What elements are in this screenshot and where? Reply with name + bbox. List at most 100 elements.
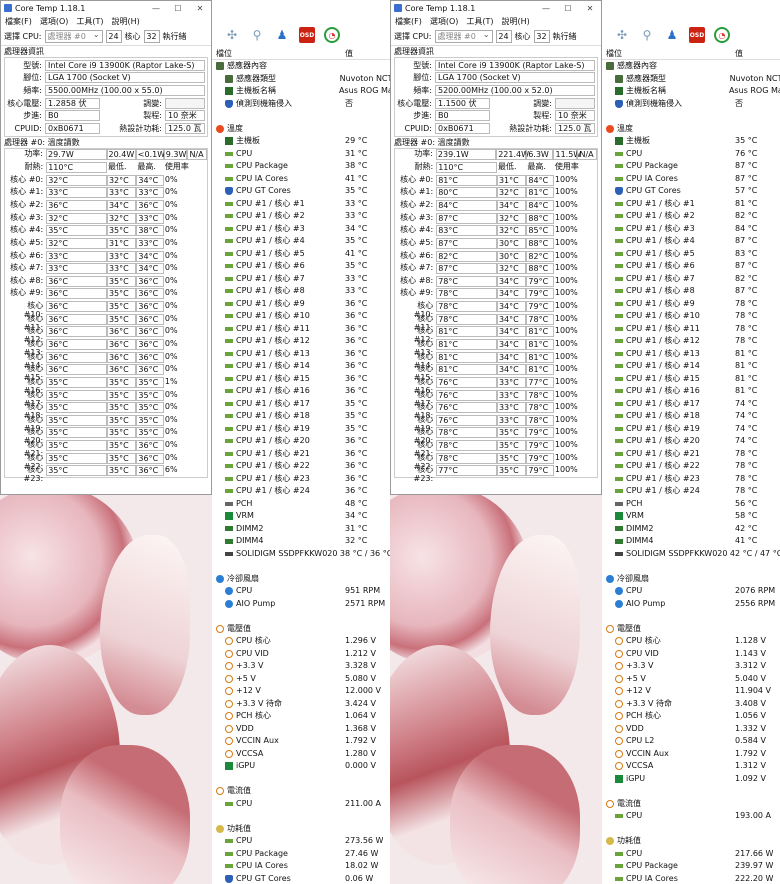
sensor-row[interactable]: 感應器類型 Nuvoton NCT xyxy=(212,73,390,86)
sensor-row[interactable]: CPU GT Cores 0.06 W xyxy=(212,873,390,884)
sensor-row[interactable]: DIMM4 41 °C xyxy=(602,535,780,548)
sensor-row[interactable]: PCH 48 °C xyxy=(212,498,390,511)
sensor-row[interactable]: CPU IA Cores 41 °C xyxy=(212,173,390,186)
sensor-row[interactable]: AIO Pump 2571 RPM xyxy=(212,598,390,611)
sensor-row[interactable]: CPU GT Cores 57 °C xyxy=(602,185,780,198)
sensor-row[interactable]: CPU #1 / 核心 #14 81 °C xyxy=(602,360,780,373)
sensor-row[interactable]: CPU #1 / 核心 #12 36 °C xyxy=(212,335,390,348)
sensor-row[interactable]: CPU #1 / 核心 #8 87 °C xyxy=(602,285,780,298)
sensor-row[interactable]: CPU #1 / 核心 #22 78 °C xyxy=(602,460,780,473)
sensor-row[interactable]: PCH 核心 1.056 V xyxy=(602,710,780,723)
person-icon[interactable]: ♟ xyxy=(664,27,680,43)
sensor-row[interactable]: CPU L2 0.584 V xyxy=(602,735,780,748)
menu-file[interactable]: 檔案(F) xyxy=(5,16,32,27)
menu-file[interactable]: 檔案(F) xyxy=(395,16,422,27)
sensor-row[interactable]: CPU #1 / 核心 #20 36 °C xyxy=(212,435,390,448)
sensor-row[interactable]: CPU GT Cores 35 °C xyxy=(212,185,390,198)
title-bar[interactable]: Core Temp 1.18.1 — ☐ ✕ xyxy=(1,1,211,15)
sensor-row[interactable]: CPU #1 / 核心 #4 87 °C xyxy=(602,235,780,248)
sensor-row[interactable]: CPU #1 / 核心 #19 74 °C xyxy=(602,423,780,436)
sensor-row[interactable]: CPU #1 / 核心 #19 35 °C xyxy=(212,423,390,436)
sensor-row[interactable]: CPU 核心 1.296 V xyxy=(212,635,390,648)
sensor-row[interactable]: CPU #1 / 核心 #18 35 °C xyxy=(212,410,390,423)
person-icon[interactable]: ♟ xyxy=(274,27,290,43)
sensor-group[interactable]: 冷卻風扇 xyxy=(212,573,390,586)
sensor-row[interactable]: CPU #1 / 核心 #13 81 °C xyxy=(602,348,780,361)
menu-tools[interactable]: 工具(T) xyxy=(76,16,103,27)
sensor-row[interactable]: CPU #1 / 核心 #21 78 °C xyxy=(602,448,780,461)
sensor-row[interactable]: CPU #1 / 核心 #23 78 °C xyxy=(602,473,780,486)
sensor-row[interactable]: +5 V 5.080 V xyxy=(212,673,390,686)
sensor-row[interactable]: CPU #1 / 核心 #15 36 °C xyxy=(212,373,390,386)
sensor-row[interactable]: SOLIDIGM SSDPFKKW020X7 38 °C / 36 °C xyxy=(212,548,390,561)
fan-icon[interactable]: ✣ xyxy=(224,27,240,43)
sensor-group[interactable]: 電流值 xyxy=(212,785,390,798)
osd-icon[interactable]: OSD xyxy=(299,27,315,43)
sensor-row[interactable]: CPU #1 / 核心 #13 36 °C xyxy=(212,348,390,361)
sensor-row[interactable]: CPU 核心 1.128 V xyxy=(602,635,780,648)
sensor-row[interactable]: CPU #1 / 核心 #15 81 °C xyxy=(602,373,780,386)
close-button[interactable]: ✕ xyxy=(579,4,601,13)
sensor-group[interactable]: 電流值 xyxy=(602,798,780,811)
sensor-row[interactable]: PCH 56 °C xyxy=(602,498,780,511)
sensor-row[interactable]: CPU #1 / 核心 #2 82 °C xyxy=(602,210,780,223)
sensor-row[interactable]: CPU IA Cores 18.02 W xyxy=(212,860,390,873)
sensor-row[interactable]: +3.3 V 3.328 V xyxy=(212,660,390,673)
gauge-icon[interactable]: ◔ xyxy=(324,27,340,43)
sensor-row[interactable]: CPU 76 °C xyxy=(602,148,780,161)
cpu-select-dropdown[interactable]: 處理器 #0 xyxy=(434,29,493,43)
maximize-button[interactable]: ☐ xyxy=(167,4,189,13)
sensor-row[interactable]: CPU #1 / 核心 #11 78 °C xyxy=(602,323,780,336)
sensor-row[interactable]: CPU IA Cores 222.20 W xyxy=(602,873,780,884)
sensor-row[interactable]: CPU 2076 RPM xyxy=(602,585,780,598)
sensor-row[interactable]: CPU #1 / 核心 #16 81 °C xyxy=(602,385,780,398)
sensor-row[interactable]: CPU #1 / 核心 #21 36 °C xyxy=(212,448,390,461)
sensor-row[interactable]: CPU 951 RPM xyxy=(212,585,390,598)
sensor-row[interactable]: CPU #1 / 核心 #6 35 °C xyxy=(212,260,390,273)
sensor-row[interactable]: 主機板名稱 Asus ROG Ma xyxy=(212,85,390,98)
sensor-row[interactable]: CPU 217.66 W xyxy=(602,848,780,861)
sensor-row[interactable]: CPU #1 / 核心 #1 33 °C xyxy=(212,198,390,211)
sensor-icon[interactable]: ⚲ xyxy=(249,27,265,43)
sensor-row[interactable]: VDD 1.368 V xyxy=(212,723,390,736)
column-value[interactable]: 值 xyxy=(343,48,353,59)
sensor-row[interactable]: PCH 核心 1.064 V xyxy=(212,710,390,723)
column-item[interactable]: 檔位 xyxy=(602,48,733,59)
sensor-row[interactable]: CPU #1 / 核心 #16 36 °C xyxy=(212,385,390,398)
sensor-row[interactable]: CPU Package 38 °C xyxy=(212,160,390,173)
sensor-row[interactable]: CPU #1 / 核心 #8 33 °C xyxy=(212,285,390,298)
sensor-row[interactable]: DIMM4 32 °C xyxy=(212,535,390,548)
cpu-select-dropdown[interactable]: 處理器 #0 xyxy=(44,29,103,43)
sensor-row[interactable]: CPU #1 / 核心 #23 36 °C xyxy=(212,473,390,486)
sensor-row[interactable]: CPU #1 / 核心 #11 36 °C xyxy=(212,323,390,336)
sensor-row[interactable]: CPU 211.00 A xyxy=(212,798,390,811)
gauge-icon[interactable]: ◔ xyxy=(714,27,730,43)
sensor-row[interactable]: CPU #1 / 核心 #20 74 °C xyxy=(602,435,780,448)
sensor-row[interactable]: iGPU 0.000 V xyxy=(212,760,390,773)
sensor-row[interactable]: +12 V 11.904 V xyxy=(602,685,780,698)
sensor-row[interactable]: +12 V 12.000 V xyxy=(212,685,390,698)
sensor-row[interactable]: +3.3 V 待命 3.424 V xyxy=(212,698,390,711)
sensor-row[interactable]: 偵測到機箱侵入 否 xyxy=(212,98,390,111)
sensor-row[interactable]: CPU VID 1.212 V xyxy=(212,648,390,661)
sensor-row[interactable]: 感應器類型 Nuvoton NCT xyxy=(602,73,780,86)
sensor-row[interactable]: 偵測到機箱侵入 否 xyxy=(602,98,780,111)
sensor-row[interactable]: CPU #1 / 核心 #3 84 °C xyxy=(602,223,780,236)
sensor-row[interactable]: CPU Package 27.46 W xyxy=(212,848,390,861)
sensor-row[interactable]: CPU #1 / 核心 #24 36 °C xyxy=(212,485,390,498)
sensor-row[interactable]: 主機板 35 °C xyxy=(602,135,780,148)
sensor-row[interactable]: CPU 193.00 A xyxy=(602,810,780,823)
sensor-row[interactable]: SOLIDIGM SSDPFKKW020X7 42 °C / 47 °C xyxy=(602,548,780,561)
menu-options[interactable]: 選項(O) xyxy=(40,16,69,27)
sensor-row[interactable]: CPU #1 / 核心 #1 81 °C xyxy=(602,198,780,211)
minimize-button[interactable]: — xyxy=(535,4,557,13)
sensor-row[interactable]: VCCIN Aux 1.792 V xyxy=(212,735,390,748)
menu-help[interactable]: 說明(H) xyxy=(112,16,140,27)
sensor-group[interactable]: 功耗值 xyxy=(602,835,780,848)
sensor-row[interactable]: CPU #1 / 核心 #2 33 °C xyxy=(212,210,390,223)
sensor-group[interactable]: 冷卻風扇 xyxy=(602,573,780,586)
sensor-row[interactable]: AIO Pump 2556 RPM xyxy=(602,598,780,611)
sensor-group[interactable]: 感應器內容 xyxy=(212,60,390,73)
sensor-row[interactable]: CPU 31 °C xyxy=(212,148,390,161)
title-bar[interactable]: Core Temp 1.18.1 — ☐ ✕ xyxy=(391,1,601,15)
